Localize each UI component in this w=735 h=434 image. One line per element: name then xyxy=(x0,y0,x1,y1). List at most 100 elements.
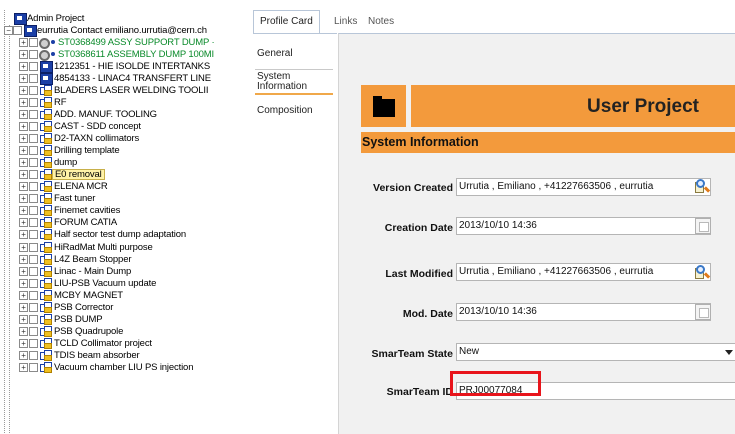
tree-item-label: D2-TAXN collimators xyxy=(54,133,140,144)
project-icon xyxy=(40,73,53,85)
checkbox[interactable] xyxy=(29,206,38,215)
checkbox[interactable] xyxy=(29,218,38,227)
project-folder-icon xyxy=(40,109,52,120)
calendar-icon[interactable] xyxy=(695,304,711,320)
checkbox[interactable] xyxy=(29,351,38,360)
expand-icon[interactable]: + xyxy=(19,170,28,179)
expand-icon[interactable]: + xyxy=(19,267,28,276)
expand-icon[interactable]: + xyxy=(19,243,28,252)
tree-item-label: HiRadMat Multi purpose xyxy=(54,242,153,253)
version-created-field[interactable]: Urrutia , Emiliano , +41227663506 , eurr… xyxy=(456,178,711,196)
checkbox[interactable] xyxy=(29,243,38,252)
expand-icon[interactable]: + xyxy=(19,230,28,239)
tree-item-label: PSB Quadrupole xyxy=(54,326,124,337)
tree-item-label: Drilling template xyxy=(54,145,120,156)
lookup-icon[interactable] xyxy=(695,179,711,195)
checkbox[interactable] xyxy=(29,363,38,372)
dropdown-arrow-icon[interactable] xyxy=(725,350,733,355)
expand-icon[interactable]: + xyxy=(19,122,28,131)
expand-icon[interactable]: + xyxy=(19,62,28,71)
checkbox[interactable] xyxy=(29,327,38,336)
last-modified-field[interactable]: Urrutia , Emiliano , +41227663506 , eurr… xyxy=(456,263,711,281)
status-dot-icon xyxy=(51,40,55,44)
expand-icon[interactable]: + xyxy=(19,327,28,336)
checkbox[interactable] xyxy=(29,122,38,131)
expand-icon[interactable]: + xyxy=(19,182,28,191)
nav-composition[interactable]: Composition xyxy=(257,105,313,116)
smarteam-state-select[interactable]: New xyxy=(456,343,735,361)
tab-profile-card[interactable]: Profile Card xyxy=(253,10,320,34)
expand-icon[interactable]: + xyxy=(19,279,28,288)
expand-icon[interactable]: + xyxy=(19,146,28,155)
expand-icon[interactable]: + xyxy=(19,255,28,264)
project-folder-icon xyxy=(40,302,52,313)
tree-item-label: FORUM CATIA xyxy=(54,217,118,228)
lookup-icon[interactable] xyxy=(695,265,711,281)
checkbox[interactable] xyxy=(29,255,38,264)
tree-item-label: ST0368499 ASSY SUPPORT DUMP · xyxy=(58,37,215,48)
tree-item-label: MCBY MAGNET xyxy=(54,290,123,301)
folder-icon xyxy=(373,96,395,117)
tree-item-label: LIU-PSB Vacuum update xyxy=(54,278,157,289)
expand-icon[interactable]: + xyxy=(19,158,28,167)
expand-icon[interactable]: + xyxy=(19,38,28,47)
checkbox[interactable] xyxy=(29,50,38,59)
tree-item-label: Fast tuner xyxy=(54,193,96,204)
expand-icon[interactable]: + xyxy=(19,98,28,107)
tree-item-label: BLADERS LASER WELDING TOOLII xyxy=(54,85,209,96)
expand-icon[interactable]: + xyxy=(19,339,28,348)
expand-icon[interactable]: + xyxy=(19,110,28,119)
project-folder-icon xyxy=(40,326,52,337)
tree-item-label: 1212351 - HIE ISOLDE INTERTANKS xyxy=(54,61,211,72)
project-folder-icon xyxy=(40,205,52,216)
expand-icon[interactable]: + xyxy=(19,134,28,143)
checkbox[interactable] xyxy=(29,339,38,348)
nav-general[interactable]: General xyxy=(257,48,293,59)
expand-icon[interactable]: + xyxy=(19,363,28,372)
checkbox[interactable] xyxy=(29,98,38,107)
checkbox[interactable] xyxy=(29,74,38,83)
checkbox[interactable] xyxy=(13,26,22,35)
mod-date-field[interactable]: 2013/10/10 14:36 xyxy=(456,303,711,321)
checkbox[interactable] xyxy=(29,158,38,167)
checkbox[interactable] xyxy=(29,62,38,71)
tree-item-label: Vacuum chamber LIU PS injection xyxy=(54,362,194,373)
expand-icon[interactable]: + xyxy=(19,74,28,83)
collapse-icon[interactable]: − xyxy=(4,26,13,35)
project-folder-icon xyxy=(40,133,52,144)
project-folder-icon xyxy=(40,266,52,277)
checkbox[interactable] xyxy=(29,267,38,276)
checkbox[interactable] xyxy=(29,146,38,155)
checkbox[interactable] xyxy=(29,315,38,324)
checkbox[interactable] xyxy=(29,303,38,312)
expand-icon[interactable]: + xyxy=(19,218,28,227)
project-folder-icon xyxy=(40,362,52,373)
expand-icon[interactable]: + xyxy=(19,206,28,215)
checkbox[interactable] xyxy=(29,86,38,95)
checkbox[interactable] xyxy=(29,279,38,288)
banner-title: User Project xyxy=(587,96,699,117)
checkbox[interactable] xyxy=(29,110,38,119)
checkbox[interactable] xyxy=(29,134,38,143)
expand-icon[interactable]: + xyxy=(19,291,28,300)
expand-icon[interactable]: + xyxy=(19,194,28,203)
creation-date-field[interactable]: 2013/10/10 14:36 xyxy=(456,217,711,235)
project-tree[interactable]: Admin Project − eurrutia Contact emilian… xyxy=(0,0,248,433)
checkbox[interactable] xyxy=(29,170,38,179)
calendar-icon[interactable] xyxy=(695,218,711,234)
tab-links[interactable]: Links xyxy=(334,12,357,32)
expand-icon[interactable]: + xyxy=(19,315,28,324)
checkbox[interactable] xyxy=(29,194,38,203)
tree-item-label: ELENA MCR xyxy=(54,181,108,192)
checkbox[interactable] xyxy=(29,291,38,300)
mod-date-label: Mod. Date xyxy=(402,308,453,320)
nav-system-information[interactable]: System Information xyxy=(255,69,333,95)
expand-icon[interactable]: + xyxy=(19,50,28,59)
expand-icon[interactable]: + xyxy=(19,86,28,95)
checkbox[interactable] xyxy=(29,38,38,47)
checkbox[interactable] xyxy=(29,182,38,191)
expand-icon[interactable]: + xyxy=(19,303,28,312)
expand-icon[interactable]: + xyxy=(19,351,28,360)
tab-notes[interactable]: Notes xyxy=(368,12,394,32)
checkbox[interactable] xyxy=(29,230,38,239)
